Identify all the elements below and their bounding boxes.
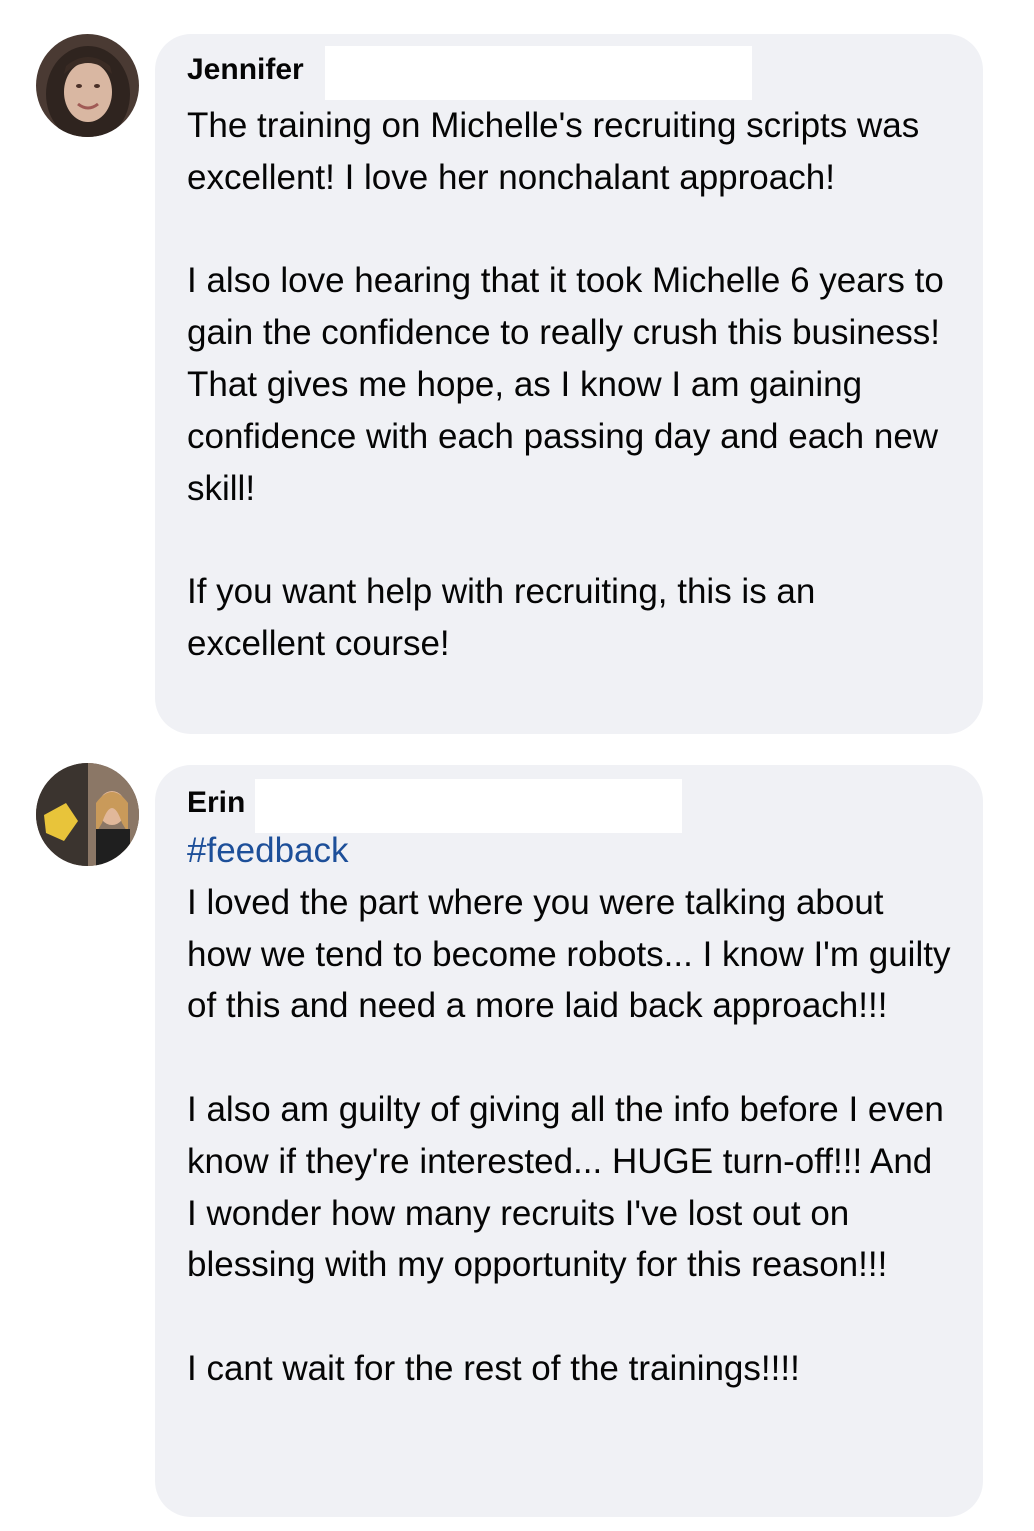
comment-text: The training on Michelle's recruiting sc…: [187, 106, 944, 663]
author-name[interactable]: Erin: [187, 783, 245, 823]
comment-bubble: Erin #feedback I loved the part where yo…: [155, 765, 983, 1517]
author-row: Jennifer: [187, 46, 951, 100]
avatar[interactable]: [36, 34, 139, 137]
author-row: Erin: [187, 775, 951, 833]
redaction-box: [255, 779, 682, 833]
profile-photo-avatar-icon: [36, 763, 139, 866]
comment-bubble: Jennifer The training on Michelle's recr…: [155, 34, 983, 734]
comment-text: I loved the part where you were talking …: [187, 882, 951, 1388]
author-name[interactable]: Jennifer: [187, 50, 304, 90]
avatar[interactable]: [36, 763, 139, 866]
redaction-box: [325, 46, 752, 100]
profile-photo-avatar-icon: [36, 34, 139, 137]
